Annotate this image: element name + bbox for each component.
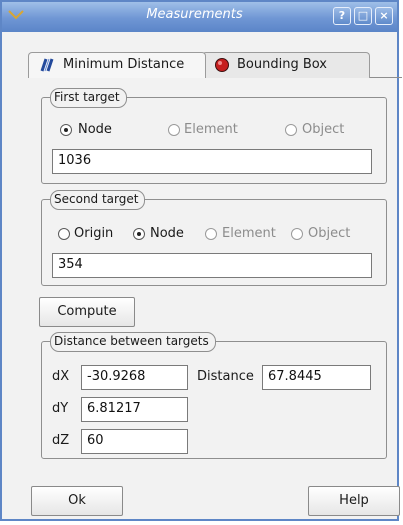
second-target-input[interactable]: 354 (52, 253, 372, 278)
second-target-options: Origin Node Element Object (50, 225, 378, 245)
group-title: First target (50, 88, 127, 108)
dz-label: dZ (52, 433, 70, 448)
tab-bar: Minimum Distance Bounding Box (2, 32, 397, 78)
radio-button[interactable] (291, 228, 303, 240)
first-target-group: First target Node Element Object 1036 (41, 88, 387, 184)
ok-button[interactable]: Ok (31, 486, 123, 516)
dx-field[interactable]: -30.9268 (81, 365, 188, 390)
maximize-button[interactable]: □ (354, 7, 372, 25)
dz-field[interactable]: 60 (81, 429, 188, 454)
close-button[interactable]: × (375, 7, 393, 25)
dx-label: dX (52, 369, 70, 384)
radio-button[interactable] (285, 124, 297, 136)
radio-button[interactable] (60, 124, 72, 136)
distance-field[interactable]: 67.8445 (262, 365, 371, 390)
second-target-group: Second target Origin Node Element Object… (41, 190, 387, 286)
radio-label: Object (308, 226, 351, 241)
radio-label: Node (150, 226, 184, 241)
radio-button[interactable] (133, 228, 145, 240)
distance-label: Distance (197, 369, 254, 384)
title-bar[interactable]: Measurements ? □ × (2, 2, 397, 33)
radio-button[interactable] (205, 228, 217, 240)
distance-icon (40, 58, 54, 72)
window-menu-icon[interactable] (8, 8, 24, 22)
ok-label: Ok (68, 493, 86, 508)
help-title-button[interactable]: ? (333, 7, 351, 25)
tab-label: Bounding Box (237, 57, 328, 72)
group-title: Distance between targets (50, 332, 216, 352)
first-target-options: Node Element Object (50, 121, 378, 141)
radio-label: Object (302, 122, 345, 137)
radio-label: Element (184, 122, 238, 137)
window-title: Measurements (146, 7, 243, 22)
distance-group: Distance between targets dX -30.9268 Dis… (41, 332, 387, 459)
bounding-box-icon (215, 58, 229, 72)
tab-bounding-box[interactable]: Bounding Box (202, 52, 370, 78)
radio-button[interactable] (58, 228, 70, 240)
dy-label: dY (52, 401, 69, 416)
dy-field[interactable]: 6.81217 (81, 397, 188, 422)
tab-minimum-distance[interactable]: Minimum Distance (28, 52, 206, 78)
tab-label: Minimum Distance (63, 57, 185, 72)
first-target-input[interactable]: 1036 (52, 149, 372, 174)
compute-button[interactable]: Compute (39, 297, 135, 327)
radio-button[interactable] (168, 124, 180, 136)
group-title: Second target (50, 190, 146, 210)
radio-label: Element (222, 226, 276, 241)
help-button[interactable]: Help (308, 486, 400, 516)
help-label: Help (339, 493, 369, 508)
radio-label: Node (78, 122, 112, 137)
radio-label: Origin (74, 226, 114, 241)
